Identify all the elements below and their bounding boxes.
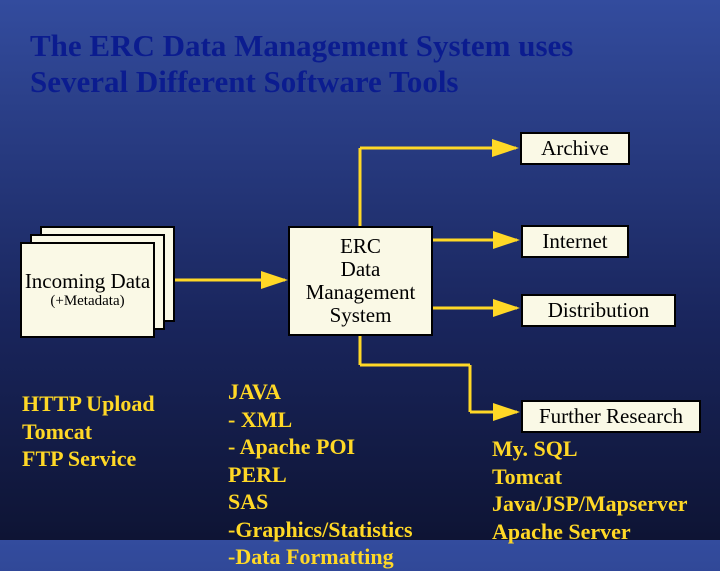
further-research-box: Further Research	[521, 400, 701, 433]
left-a: HTTP Upload	[22, 390, 155, 418]
left-list: HTTP Upload Tomcat FTP Service	[22, 390, 155, 473]
erc-l3: Management	[306, 281, 416, 304]
incoming-label: Incoming Data	[25, 270, 150, 293]
erc-l2: Data	[341, 258, 381, 281]
internet-box: Internet	[521, 225, 629, 258]
left-b: Tomcat	[22, 418, 155, 446]
mid-a1: - XML	[228, 406, 413, 434]
right-b: Tomcat	[492, 463, 688, 491]
slide-title: The ERC Data Management System uses Seve…	[30, 28, 670, 99]
distribution-box: Distribution	[521, 294, 676, 327]
erc-l1: ERC	[340, 235, 381, 258]
mid-d: -Graphics/Statistics	[228, 516, 413, 544]
mid-b: PERL	[228, 461, 413, 489]
erc-l4: System	[330, 304, 392, 327]
mid-e: -Data Formatting	[228, 543, 413, 571]
erc-system-box: ERC Data Management System	[288, 226, 433, 336]
incoming-data-box: Incoming Data (+Metadata)	[20, 242, 155, 338]
mid-c: SAS	[228, 488, 413, 516]
mid-a2: - Apache POI	[228, 433, 413, 461]
mid-list: JAVA - XML - Apache POI PERL SAS -Graphi…	[228, 378, 413, 571]
mid-a: JAVA	[228, 378, 413, 406]
left-c: FTP Service	[22, 445, 155, 473]
right-list: My. SQL Tomcat Java/JSP/Mapserver Apache…	[492, 435, 688, 545]
right-c: Java/JSP/Mapserver	[492, 490, 688, 518]
right-a: My. SQL	[492, 435, 688, 463]
right-d: Apache Server	[492, 518, 688, 546]
incoming-meta: (+Metadata)	[50, 293, 124, 310]
archive-box: Archive	[520, 132, 630, 165]
